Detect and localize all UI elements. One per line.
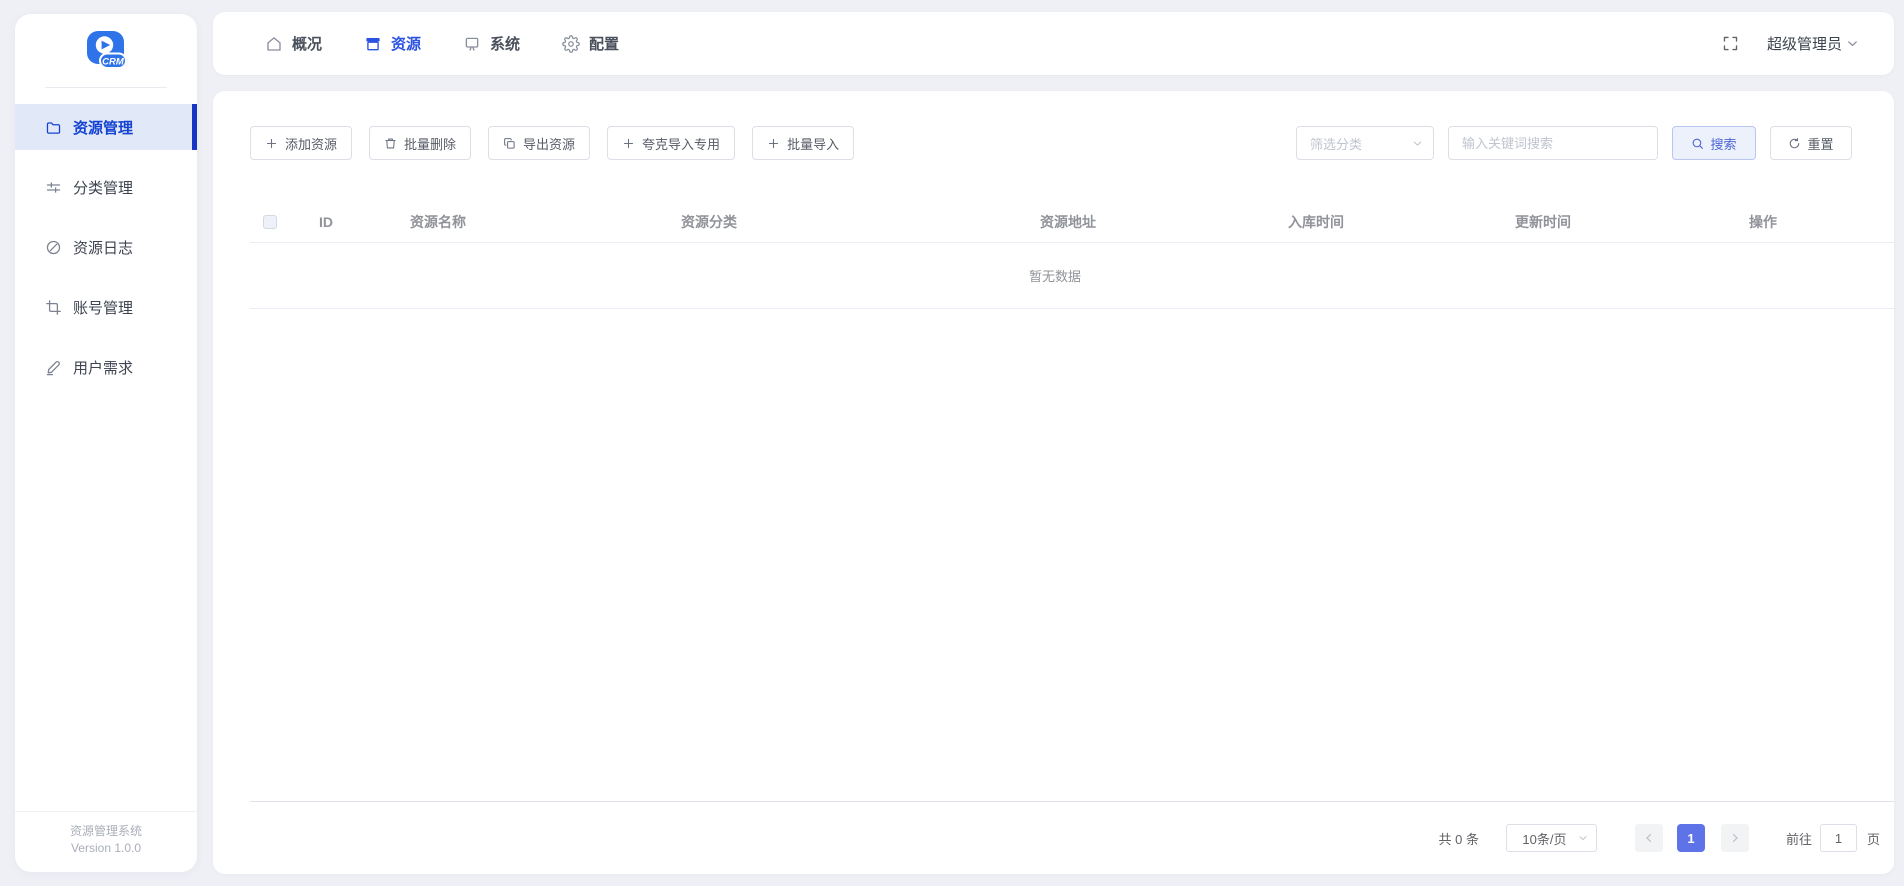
monitor-icon — [463, 35, 481, 53]
top-nav: 概况 资源 系统 配置 — [265, 33, 619, 54]
column-header-updated-time: 更新时间 — [1515, 212, 1749, 232]
fullscreen-icon — [1722, 35, 1739, 52]
button-label: 导出资源 — [523, 134, 575, 153]
button-label: 批量导入 — [787, 134, 839, 153]
sidebar-footer: 资源管理系统 Version 1.0.0 — [15, 811, 197, 872]
page-size-select[interactable]: 10条/页 — [1506, 824, 1597, 852]
goto-label: 前往 — [1786, 829, 1812, 848]
crm-logo-icon: CRM — [83, 30, 129, 72]
tab-label: 配置 — [589, 33, 619, 54]
pagination-total: 共 0 条 — [1439, 829, 1479, 848]
sidebar-item-label: 分类管理 — [73, 177, 133, 198]
tab-label: 资源 — [391, 33, 421, 54]
app-logo: CRM — [15, 14, 197, 80]
batch-delete-button[interactable]: 批量删除 — [369, 126, 471, 160]
sidebar-item-resource-management[interactable]: 资源管理 — [15, 104, 197, 150]
table-bottom-divider — [250, 801, 1894, 802]
trash-icon — [384, 137, 397, 150]
page-number-current[interactable]: 1 — [1677, 824, 1705, 852]
next-page-button[interactable] — [1721, 824, 1749, 852]
app-screen: CRM 资源管理 分类管理 资源日志 — [0, 0, 1904, 886]
quark-import-button[interactable]: 夸克导入专用 — [607, 126, 735, 160]
sidebar-item-label: 账号管理 — [73, 297, 133, 318]
chevron-right-icon — [1729, 832, 1741, 844]
chevron-down-icon — [1411, 137, 1424, 150]
column-header-actions: 操作 — [1749, 212, 1894, 232]
plus-icon — [265, 137, 278, 150]
button-label: 批量删除 — [404, 134, 456, 153]
add-resource-button[interactable]: 添加资源 — [250, 126, 352, 160]
tab-label: 系统 — [490, 33, 520, 54]
filter-controls: 筛选分类 搜索 重置 — [1296, 126, 1852, 160]
content-card: 添加资源 批量删除 导出资源 夸克导入专用 — [213, 91, 1894, 874]
column-header-created-time: 入库时间 — [1288, 212, 1515, 232]
empty-text: 暂无数据 — [1029, 266, 1081, 285]
export-resource-button[interactable]: 导出资源 — [488, 126, 590, 160]
fullscreen-button[interactable] — [1722, 35, 1739, 52]
toolbar: 添加资源 批量删除 导出资源 夸克导入专用 — [250, 126, 1852, 160]
table-header-row: ID 资源名称 资源分类 资源地址 入库时间 更新时间 操作 — [250, 202, 1894, 243]
column-header-id: ID — [294, 214, 410, 230]
column-header-resource-name: 资源名称 — [410, 212, 681, 232]
button-label: 重置 — [1807, 134, 1833, 153]
button-label: 搜索 — [1710, 134, 1736, 153]
sidebar: CRM 资源管理 分类管理 资源日志 — [15, 14, 197, 872]
prev-page-button[interactable] — [1635, 824, 1663, 852]
column-header-resource-url: 资源地址 — [1040, 212, 1288, 232]
folder-icon — [45, 119, 62, 136]
plus-icon — [622, 137, 635, 150]
goto-page-input[interactable] — [1820, 824, 1857, 852]
select-all-cell — [250, 215, 294, 229]
reset-button[interactable]: 重置 — [1770, 126, 1852, 160]
tab-settings[interactable]: 配置 — [562, 33, 619, 54]
pagination: 共 0 条 10条/页 1 前往 页 — [250, 815, 1880, 861]
search-button[interactable]: 搜索 — [1672, 126, 1756, 160]
tab-overview[interactable]: 概况 — [265, 33, 322, 54]
plus-icon — [767, 137, 780, 150]
system-name: 资源管理系统 — [15, 823, 197, 840]
chevron-down-icon — [1845, 36, 1860, 51]
category-filter-select[interactable]: 筛选分类 — [1296, 126, 1434, 160]
circle-slash-icon — [45, 239, 62, 256]
gear-icon — [562, 35, 580, 53]
user-name: 超级管理员 — [1767, 33, 1842, 54]
version-label: Version 1.0.0 — [15, 840, 197, 857]
page-size-label: 10条/页 — [1522, 829, 1566, 848]
tab-system[interactable]: 系统 — [463, 33, 520, 54]
sidebar-item-label: 资源日志 — [73, 237, 133, 258]
sidebar-item-label: 资源管理 — [73, 117, 133, 138]
home-icon — [265, 35, 283, 53]
pencil-icon — [45, 359, 62, 376]
sidebar-nav: 资源管理 分类管理 资源日志 账号管理 — [15, 104, 197, 390]
sliders-icon — [45, 179, 62, 196]
button-label: 添加资源 — [285, 134, 337, 153]
sidebar-item-user-requests[interactable]: 用户需求 — [15, 344, 197, 390]
svg-text:CRM: CRM — [102, 56, 125, 67]
top-header: 概况 资源 系统 配置 — [213, 12, 1894, 75]
column-header-resource-category: 资源分类 — [681, 212, 1040, 232]
table-empty-state: 暂无数据 — [250, 243, 1894, 309]
sidebar-item-account-management[interactable]: 账号管理 — [15, 284, 197, 330]
user-menu[interactable]: 超级管理员 — [1767, 33, 1860, 54]
sidebar-item-resource-log[interactable]: 资源日志 — [15, 224, 197, 270]
select-all-checkbox[interactable] — [263, 215, 277, 229]
refresh-icon — [1788, 137, 1801, 150]
header-right: 超级管理员 — [1722, 33, 1860, 54]
archive-icon — [364, 35, 382, 53]
select-placeholder: 筛选分类 — [1310, 134, 1362, 153]
search-icon — [1691, 137, 1704, 150]
tab-resources[interactable]: 资源 — [364, 33, 421, 54]
keyword-search-input[interactable] — [1448, 126, 1658, 160]
batch-import-button[interactable]: 批量导入 — [752, 126, 854, 160]
button-label: 夸克导入专用 — [642, 134, 720, 153]
crop-icon — [45, 299, 62, 316]
chevron-left-icon — [1643, 832, 1655, 844]
page-unit-label: 页 — [1867, 829, 1880, 848]
sidebar-item-label: 用户需求 — [73, 357, 133, 378]
chevron-down-icon — [1577, 832, 1589, 844]
sidebar-item-category-management[interactable]: 分类管理 — [15, 164, 197, 210]
tab-label: 概况 — [292, 33, 322, 54]
sidebar-divider — [45, 87, 167, 88]
copy-icon — [503, 137, 516, 150]
